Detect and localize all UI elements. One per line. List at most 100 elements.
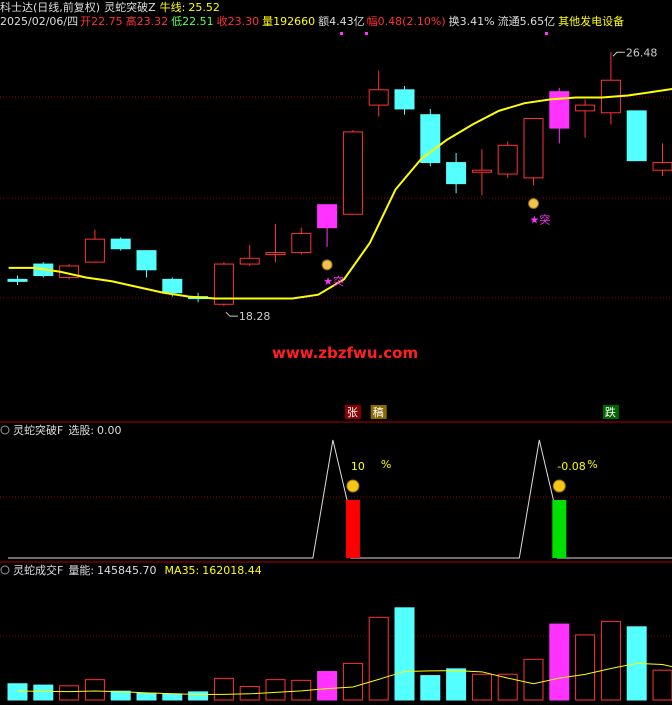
header-dot [365, 32, 368, 35]
candle-body [317, 204, 338, 229]
signal-bar [552, 500, 567, 558]
turnover-value: 3.41% [460, 15, 495, 28]
volume-bar [84, 679, 105, 701]
money-bag-icon [528, 198, 539, 210]
candle-body [420, 114, 441, 164]
collapse-icon[interactable] [0, 565, 10, 575]
change-value: 0.48(2.10%) [378, 15, 446, 28]
ma-value: 25.52 [188, 1, 220, 14]
panel2-title-line: 灵蛇突破F 选股: 0.00 [13, 423, 122, 437]
candle-body [265, 252, 286, 256]
header-dot [340, 32, 343, 35]
volume-bar [162, 693, 183, 701]
signal-unit: % [587, 458, 597, 471]
signal-bar [345, 500, 360, 558]
signal-label: 稿 [373, 405, 384, 419]
header-dot [545, 32, 548, 35]
candle-body [239, 257, 260, 265]
header: 科士达(日线,前复权) 灵蛇突破Z 牛线: 25.52 2025/02/06/四 开22… [0, 0, 624, 35]
max-price-label: 26.48 [626, 46, 658, 59]
panel2-header: 灵蛇突破F 选股: 0.00 [0, 423, 122, 437]
panel-dividers [0, 421, 672, 563]
stock-name: 科士达 [0, 0, 33, 14]
volume-bar [7, 683, 28, 701]
candle-body [471, 169, 492, 173]
panel3-vol-label: 量能: [68, 563, 94, 577]
candle-body [84, 238, 105, 263]
breakout-marker: ★突 [323, 274, 344, 288]
panel2-title: 灵蛇突破F [13, 423, 63, 437]
panel3-ma-value: 162018.44 [202, 564, 262, 577]
candle-body [497, 144, 518, 175]
volume-bar [59, 685, 80, 701]
volume-bar [213, 677, 234, 701]
volume-bar [342, 662, 363, 701]
candle-body [110, 238, 131, 250]
volume-bar [136, 692, 157, 701]
float-value: 5.65亿 [520, 15, 556, 28]
volume-bar [446, 668, 467, 701]
candlestick-series [7, 52, 672, 307]
volume-series [7, 607, 672, 701]
money-bag-icon [321, 259, 333, 271]
volume-bar [265, 679, 286, 701]
candle-body [652, 162, 672, 171]
volume-bar [549, 623, 570, 701]
max-arrow [612, 51, 625, 57]
volume-bar [523, 658, 544, 701]
face-icon [552, 479, 566, 493]
ma-line-path [8, 87, 672, 300]
volume-bar [575, 634, 596, 701]
watermark: www.zbzfwu.com [272, 344, 418, 362]
volume-bar [188, 691, 209, 701]
indicator-name: 灵蛇突破Z [104, 0, 156, 14]
low-value: 22.51 [182, 15, 214, 28]
candle-body [523, 118, 544, 179]
volume-bar [33, 684, 54, 701]
high-value: 23.32 [137, 15, 169, 28]
grid [0, 96, 672, 637]
candle-body [7, 278, 28, 282]
signal-panel: 10% -0.08% [8, 439, 672, 559]
signal-label: 跌 [605, 405, 616, 419]
sector: 其他发电设备 [558, 14, 624, 28]
header-line-1: 科士达(日线,前复权) 灵蛇突破Z 牛线: 25.52 [0, 0, 220, 14]
candle-body [446, 162, 467, 185]
breakout-marker: ★突 [530, 213, 551, 227]
candle-body [342, 131, 363, 215]
date: 2025/02/06/四 [0, 15, 78, 28]
min-arrow [225, 311, 238, 317]
volume-bar [652, 669, 672, 701]
panel3-vol-value: 145845.70 [97, 564, 157, 577]
signal-value: -0.08 [557, 460, 585, 473]
ma-label: 牛线: [160, 0, 186, 14]
signal-line [8, 439, 672, 559]
stock-chart[interactable]: 科士达(日线,前复权) 灵蛇突破Z 牛线: 25.52 2025/02/06/四 开22… [0, 0, 672, 705]
open-value: 22.75 [91, 15, 123, 28]
collapse-icon[interactable] [0, 425, 10, 435]
candle-body [136, 250, 157, 271]
panel3-title: 灵蛇成交F [13, 563, 63, 577]
candle-body [368, 89, 389, 106]
panel3-header: 灵蛇成交F 量能: 145845.70 MA35: 162018.44 [0, 563, 262, 577]
face-icon [346, 479, 360, 493]
candle-body [549, 91, 570, 129]
candle-body [626, 110, 647, 162]
volume-bar [368, 616, 389, 701]
volume-value: 192660 [273, 15, 315, 28]
signal-unit: % [381, 458, 391, 471]
main-annotations: 26.48 18.28 ★突 ★突张 稿 跌 [225, 46, 658, 419]
signal-value: 10 [351, 460, 365, 473]
ma-line [8, 87, 672, 300]
candle-body [162, 278, 183, 294]
volume-bar [394, 607, 415, 701]
candle-body [394, 89, 415, 110]
panel3-title-line: 灵蛇成交F 量能: 145845.70 MA35: 162018.44 [13, 563, 262, 577]
candle-body [575, 104, 596, 112]
candle-body [291, 232, 312, 254]
period: (日线,前复权) [33, 0, 100, 14]
volume-bar [600, 620, 621, 701]
panel2-value: 0.00 [97, 424, 122, 437]
volume-bar [317, 671, 338, 701]
close-value: 23.30 [228, 15, 260, 28]
